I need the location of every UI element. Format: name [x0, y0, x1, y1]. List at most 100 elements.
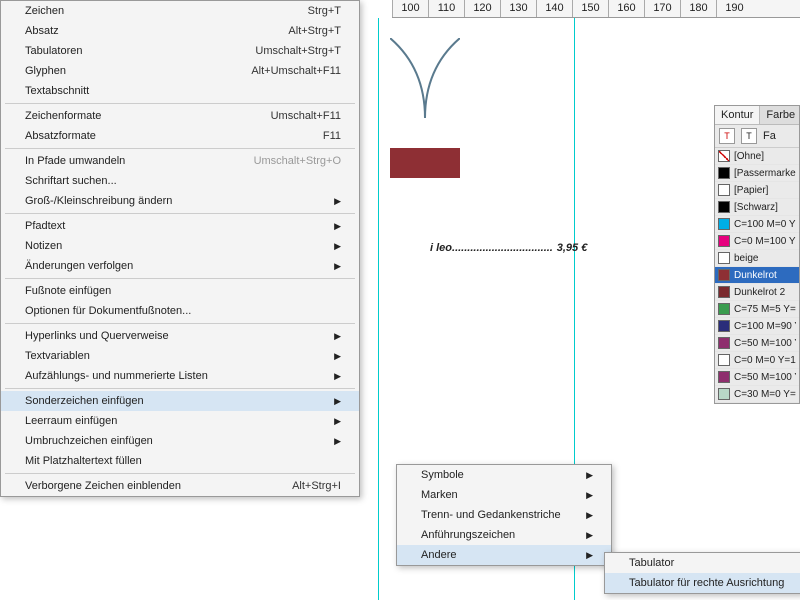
- menu-item-shortcut: Umschalt+Strg+O: [254, 155, 341, 167]
- swatch-row[interactable]: C=100 M=90 Y: [715, 318, 799, 335]
- swatch-row[interactable]: C=50 M=100 Y: [715, 369, 799, 386]
- menu-item[interactable]: Groß-/Kleinschreibung ändern▶: [1, 191, 359, 211]
- menu-item-label: Pfadtext: [25, 220, 328, 232]
- menu-item-label: Textabschnitt: [25, 85, 341, 97]
- submenu-arrow-icon: ▶: [334, 371, 341, 382]
- submenu-arrow-icon: ▶: [334, 221, 341, 232]
- submenu-arrow-icon: ▶: [334, 261, 341, 272]
- menu-item[interactable]: Verborgene Zeichen einblendenAlt+Strg+I: [1, 476, 359, 496]
- menu-item-label: Textvariablen: [25, 350, 328, 362]
- horizontal-ruler: 100110120130140150160170180190: [392, 0, 800, 18]
- tab-farbe[interactable]: Farbe: [760, 106, 800, 124]
- menu-item[interactable]: Sonderzeichen einfügen ▶: [1, 391, 359, 411]
- menu-item[interactable]: Mit Platzhaltertext füllen: [1, 451, 359, 471]
- swatch-color-icon: [718, 388, 730, 400]
- menu-item[interactable]: Änderungen verfolgen▶: [1, 256, 359, 276]
- menu-item[interactable]: Marken▶: [397, 485, 611, 505]
- swatch-color-icon: [718, 201, 730, 213]
- menu-item[interactable]: ZeichenformateUmschalt+F11: [1, 106, 359, 126]
- panel-label: Fa: [763, 130, 776, 142]
- submenu-arrow-icon: ▶: [586, 510, 593, 521]
- menu-item[interactable]: Hyperlinks und Querverweise▶: [1, 326, 359, 346]
- swatch-row[interactable]: C=100 M=0 Y=: [715, 216, 799, 233]
- swatch-row[interactable]: beige: [715, 250, 799, 267]
- swatch-list: [Ohne] [Passermarken] [Papier] [Schwarz] C=1…: [715, 148, 799, 403]
- menu-item[interactable]: Notizen▶: [1, 236, 359, 256]
- menu-item-shortcut: Alt+Strg+T: [288, 25, 341, 37]
- swatch-color-icon: [718, 286, 730, 298]
- menu-item[interactable]: ZeichenStrg+T: [1, 1, 359, 21]
- menu-item[interactable]: Textabschnitt: [1, 81, 359, 101]
- submenu-arrow-icon: ▶: [334, 396, 341, 407]
- menu-item[interactable]: Umbruchzeichen einfügen▶: [1, 431, 359, 451]
- menu-item[interactable]: AbsatzformateF11: [1, 126, 359, 146]
- swatch-row[interactable]: [Ohne]: [715, 148, 799, 165]
- submenu-arrow-icon: ▶: [334, 436, 341, 447]
- menu-separator: [5, 213, 355, 214]
- swatch-row[interactable]: C=0 M=0 Y=1: [715, 352, 799, 369]
- menu-item[interactable]: AbsatzAlt+Strg+T: [1, 21, 359, 41]
- text-fill-icon[interactable]: T: [719, 128, 735, 144]
- swatch-name: [Passermarken]: [734, 168, 796, 179]
- menu-item[interactable]: Tabulator: [605, 553, 800, 573]
- swatch-name: [Schwarz]: [734, 202, 778, 213]
- menu-item[interactable]: Pfadtext ▶: [1, 216, 359, 236]
- swatch-row[interactable]: [Papier]: [715, 182, 799, 199]
- menu-item[interactable]: Anführungszeichen▶: [397, 525, 611, 545]
- swatch-name: Dunkelrot 2: [734, 287, 785, 298]
- swatch-name: C=50 M=100 Y: [734, 338, 796, 349]
- swatch-name: C=30 M=0 Y=: [734, 389, 796, 400]
- swatch-row[interactable]: [Passermarken]: [715, 165, 799, 182]
- menu-item-label: Aufzählungs- und nummerierte Listen: [25, 370, 328, 382]
- menu-item[interactable]: Schriftart suchen...: [1, 171, 359, 191]
- swatch-row[interactable]: C=30 M=0 Y=: [715, 386, 799, 403]
- menu-separator: [5, 148, 355, 149]
- tab-kontur[interactable]: Kontur: [715, 106, 760, 124]
- menu-item[interactable]: Textvariablen ▶: [1, 346, 359, 366]
- menu-item-label: Leerraum einfügen: [25, 415, 328, 427]
- ruler-tick: 180: [680, 0, 716, 17]
- swatch-row[interactable]: C=0 M=100 Y=: [715, 233, 799, 250]
- swatch-color-icon: [718, 235, 730, 247]
- swatch-name: C=50 M=100 Y: [734, 372, 796, 383]
- menu-item-label: Marken: [421, 489, 580, 501]
- menu-item[interactable]: GlyphenAlt+Umschalt+F11: [1, 61, 359, 81]
- menu-item[interactable]: Tabulator für rechte Ausrichtung: [605, 573, 800, 593]
- menu-item-shortcut: Umschalt+Strg+T: [255, 45, 341, 57]
- menu-separator: [5, 473, 355, 474]
- swatch-row[interactable]: Dunkelrot: [715, 267, 799, 284]
- swatch-name: C=0 M=100 Y=: [734, 236, 796, 247]
- menu-item[interactable]: Leerraum einfügen▶: [1, 411, 359, 431]
- menu-item[interactable]: Trenn- und Gedankenstriche ▶: [397, 505, 611, 525]
- swatch-color-icon: [718, 371, 730, 383]
- menu-item[interactable]: Fußnote einfügen: [1, 281, 359, 301]
- swatch-name: beige: [734, 253, 758, 264]
- submenu-arrow-icon: ▶: [586, 530, 593, 541]
- menu-item-label: Sonderzeichen einfügen: [25, 395, 328, 407]
- swatch-row[interactable]: Dunkelrot 2: [715, 284, 799, 301]
- menu-item[interactable]: TabulatorenUmschalt+Strg+T: [1, 41, 359, 61]
- menu-item[interactable]: Andere▶: [397, 545, 611, 565]
- type-menu: ZeichenStrg+TAbsatzAlt+Strg+TTabulatoren…: [0, 0, 360, 497]
- swatch-row[interactable]: C=75 M=5 Y=: [715, 301, 799, 318]
- swatch-color-icon: [718, 337, 730, 349]
- ruler-tick: 130: [500, 0, 536, 17]
- swatch-row[interactable]: C=50 M=100 Y: [715, 335, 799, 352]
- document-text: i leo................................. 3…: [430, 238, 587, 254]
- menu-item[interactable]: Symbole▶: [397, 465, 611, 485]
- menu-item[interactable]: Aufzählungs- und nummerierte Listen ▶: [1, 366, 359, 386]
- submenu-arrow-icon: ▶: [334, 351, 341, 362]
- menu-item-label: Absatzformate: [25, 130, 323, 142]
- submenu-arrow-icon: ▶: [586, 470, 593, 481]
- menu-item-label: Trenn- und Gedankenstriche: [421, 509, 580, 521]
- menu-item-label: Andere: [421, 549, 580, 561]
- ruler-tick: 190: [716, 0, 752, 17]
- ribbon-graphic: [390, 148, 460, 178]
- guide-vertical: [378, 18, 379, 600]
- text-stroke-icon[interactable]: T: [741, 128, 757, 144]
- swatch-color-icon: [718, 218, 730, 230]
- menu-item-label: Verborgene Zeichen einblenden: [25, 480, 292, 492]
- swatch-row[interactable]: [Schwarz]: [715, 199, 799, 216]
- menu-item[interactable]: Optionen für Dokumentfußnoten...: [1, 301, 359, 321]
- menu-item-label: Mit Platzhaltertext füllen: [25, 455, 341, 467]
